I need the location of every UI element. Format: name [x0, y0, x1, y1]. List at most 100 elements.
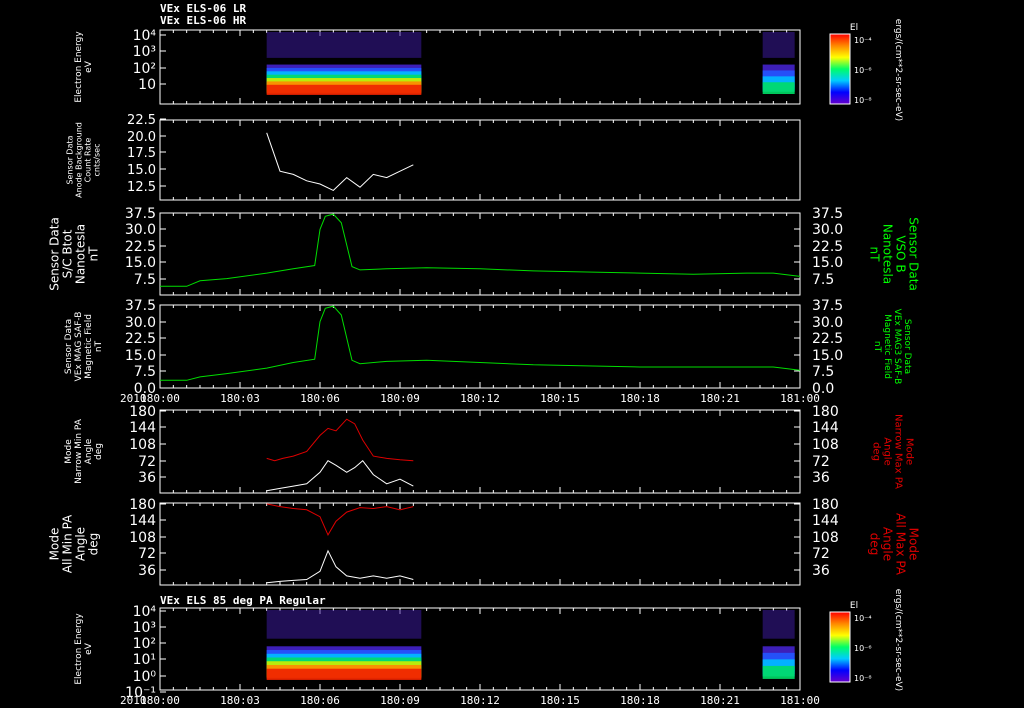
- y-axis-label-line: nT: [87, 246, 101, 262]
- y-tick-label-right: 108: [812, 530, 839, 546]
- y-tick-label: 7.5: [134, 272, 156, 288]
- y-tick-label-right: 180: [812, 497, 839, 513]
- y-axis-label-right: ModeNarrow Max PAAngledeg: [871, 414, 915, 489]
- y-tick-label: 22.5: [125, 331, 156, 347]
- y-tick-label-right: 144: [812, 420, 839, 436]
- y-axis-label-right-line: Angle: [881, 527, 895, 561]
- colorbar-tick-label: 10⁻⁶: [854, 66, 872, 75]
- y-tick-label: 10²: [133, 61, 156, 77]
- y-axis-label-right-line: Narrow Max PA: [893, 414, 904, 489]
- y-tick-label: 10³: [133, 620, 156, 636]
- y-tick-label: 36: [138, 470, 156, 486]
- colorbar-label: El: [850, 23, 858, 33]
- y-axis-label-right-line: Sensor Data: [902, 319, 912, 374]
- series-line-green: [160, 213, 801, 287]
- y-axis-label: Sensor Data VEx MAG SAF-B Magnetic Field nT: [64, 312, 104, 382]
- series-line-red: [266, 418, 414, 462]
- time-tick-label: 181:00: [780, 694, 820, 707]
- y-axis-label: Sensor Data Anode Background Count Rate cnt…: [66, 122, 102, 198]
- y-axis-label-line: deg: [94, 443, 104, 460]
- y-tick-label-right: 144: [812, 513, 839, 529]
- y-axis-label-line: cnts/sec: [93, 144, 102, 177]
- time-tick-label: 180:18: [620, 392, 660, 405]
- colorbar-tick-label: 10⁻⁸: [854, 674, 872, 683]
- time-tick-label: 180:03: [220, 392, 260, 405]
- time-tick-label: 180:15: [540, 694, 580, 707]
- time-tick-label: 180:06: [300, 694, 340, 707]
- y-tick-label: 10⁰: [133, 669, 157, 685]
- y-tick-label: 108: [129, 530, 156, 546]
- y-tick-label: 10²: [133, 636, 156, 652]
- y-axis-label: Mode All Min PA Angle deg: [48, 514, 101, 573]
- colorbar-tick-label: 10⁻⁸: [854, 96, 872, 105]
- y-tick-label: 36: [138, 563, 156, 579]
- y-axis-label-line: All Min PA: [61, 514, 75, 573]
- y-axis-label-line: eV: [84, 642, 94, 655]
- y-tick-label: 22.5: [125, 239, 156, 255]
- time-tick-label: 180:12: [460, 694, 500, 707]
- y-tick-label-right: 7.5: [812, 364, 834, 380]
- y-axis-label-line: nT: [94, 340, 104, 352]
- y-tick-label: 144: [129, 513, 156, 529]
- y-axis-label-line: Count Rate: [84, 138, 93, 183]
- time-tick-label: 180:06: [300, 392, 340, 405]
- y-axis-label-line: Angle: [84, 438, 94, 464]
- y-axis-label-line: Anode Background: [75, 122, 84, 198]
- y-tick-label: 108: [129, 437, 156, 453]
- y-tick-label-right: 30.0: [812, 315, 843, 331]
- y-tick-label: 17.5: [127, 146, 156, 161]
- y-tick-label-right: 72: [812, 454, 830, 470]
- y-tick-label: 15.0: [125, 255, 156, 271]
- y-tick-label-right: 36: [812, 470, 830, 486]
- series-line-white: [266, 459, 414, 492]
- y-axis-label-right-line: VSO B: [894, 235, 908, 272]
- time-tick-label: 180:18: [620, 694, 660, 707]
- y-tick-label-right: 36: [812, 563, 830, 579]
- y-tick-label: 10: [138, 77, 156, 93]
- panel-frame: [159, 304, 801, 389]
- y-axis-label-right-line: Sensor Data: [907, 217, 921, 291]
- y-tick-label-right: 37.5: [812, 206, 843, 222]
- y-tick-label-right: 22.5: [812, 331, 843, 347]
- y-axis-label-line: Sensor Data: [66, 135, 75, 184]
- y-axis-label-line: Electron Energy: [74, 613, 84, 685]
- y-tick-label: 30.0: [125, 315, 156, 331]
- y-tick-label: 37.5: [125, 298, 156, 314]
- y-axis-label-right: Sensor DataVEx MAG3 SAF-BMagnetic Fieldn…: [872, 309, 912, 385]
- y-axis-label-right-line: deg: [868, 533, 882, 556]
- colorbar-unit-bottom-line: ergs/(cm**2-sr-sec-eV): [893, 589, 903, 691]
- spectrogram-noise: [762, 32, 795, 58]
- y-tick-label-right: 72: [812, 546, 830, 562]
- panel-frame: [159, 607, 801, 691]
- colorbar-unit-top: ergs/(cm**2-sr-sec-eV): [893, 19, 903, 121]
- y-axis-label-right-line: nT: [868, 247, 882, 263]
- y-axis-label: Electron Energy eV: [74, 613, 94, 685]
- y-tick-label: 37.5: [125, 206, 156, 222]
- y-axis-label-line: Sensor Data: [64, 319, 74, 374]
- y-axis-label-line: Electron Energy: [74, 31, 84, 103]
- spectrogram-band: [266, 84, 422, 95]
- series-line-red: [266, 503, 414, 536]
- time-tick-label: 180:15: [540, 392, 580, 405]
- y-tick-label: 10³: [133, 44, 156, 60]
- panel-frame: [159, 119, 801, 201]
- y-tick-label-right: 7.5: [812, 272, 834, 288]
- y-tick-label: 144: [129, 420, 156, 436]
- y-tick-label: 72: [138, 454, 156, 470]
- y-axis-label-right-line: Angle: [882, 437, 893, 465]
- spectrogram-noise: [266, 32, 422, 58]
- panel-frame: [159, 212, 801, 296]
- colorbar-tick-label: 10⁻⁴: [854, 36, 872, 45]
- colorbar-top: [829, 33, 851, 105]
- y-axis-label-right-line: Magnetic Field: [882, 314, 892, 379]
- colorbar-label: El: [850, 601, 858, 611]
- y-tick-label-right: 37.5: [812, 298, 843, 314]
- y-tick-label-right: 15.0: [812, 255, 843, 271]
- y-axis-label-line: Magnetic Field: [84, 314, 94, 379]
- series-line-white: [266, 549, 414, 584]
- colorbar-unit-top-line: ergs/(cm**2-sr-sec-eV): [893, 19, 903, 121]
- y-tick-label-right: 180: [812, 404, 839, 420]
- colorbar-bottom: [829, 611, 851, 683]
- spectrogram-band: [762, 665, 795, 679]
- colorbar-tick-label: 10⁻⁶: [854, 644, 872, 653]
